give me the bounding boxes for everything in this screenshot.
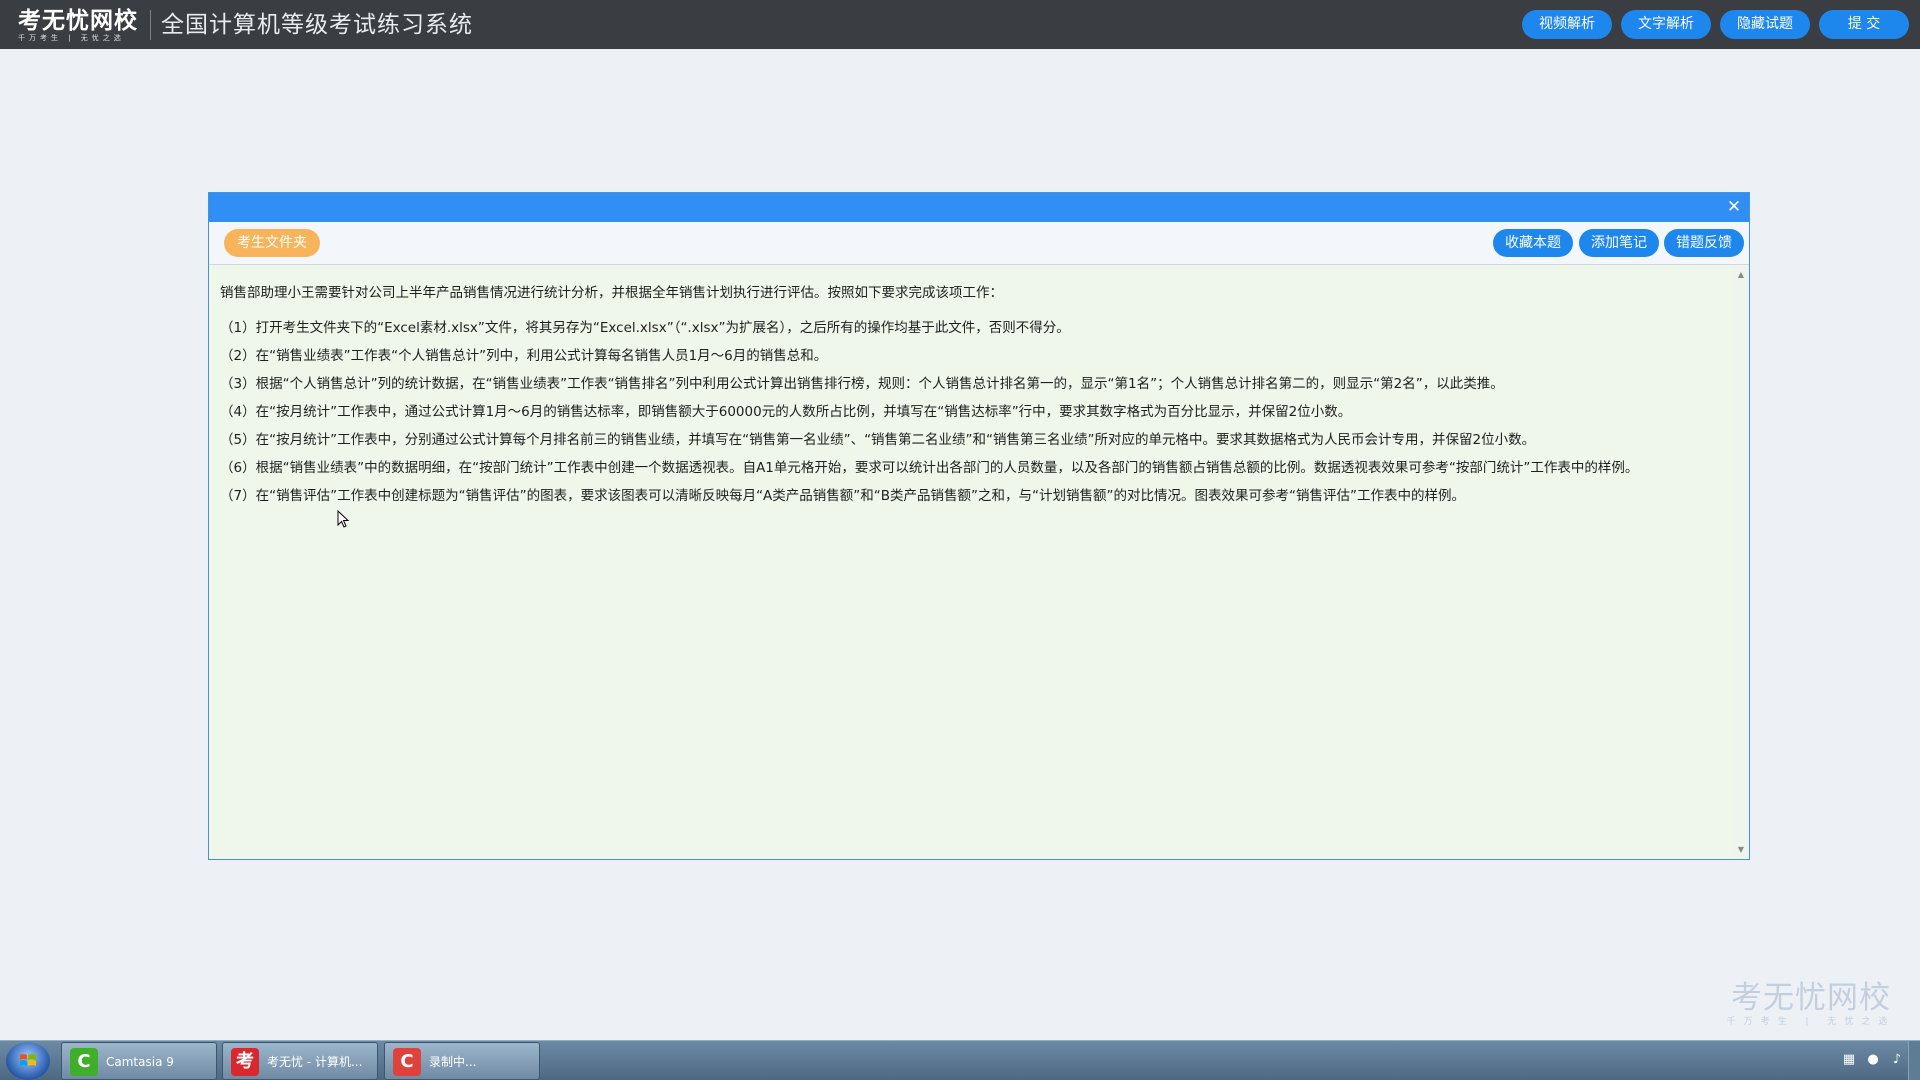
student-folder-button[interactable]: 考生文件夹 xyxy=(224,229,320,257)
scroll-up-arrow-icon[interactable]: ▲ xyxy=(1733,268,1749,282)
scroll-down-arrow-icon[interactable]: ▼ xyxy=(1733,843,1749,857)
start-button[interactable] xyxy=(6,1042,50,1080)
kaowuyou-icon: 考 xyxy=(231,1048,259,1076)
question-content: 销售部助理小王需要针对公司上半年产品销售情况进行统计分析，并根据全年销售计划执行… xyxy=(209,266,1733,859)
taskbar-item-label: 考无忧 - 计算机... xyxy=(267,1055,363,1069)
hide-question-button[interactable]: 隐藏试题 xyxy=(1720,10,1810,39)
question-item-3: （3）根据“个人销售总计”列的统计数据，在“销售业绩表”工作表“销售排名”列中利… xyxy=(220,376,1504,392)
taskbar-item-kaowuyou[interactable]: 考 考无忧 - 计算机... xyxy=(222,1042,378,1080)
text-analysis-button[interactable]: 文字解析 xyxy=(1621,10,1711,39)
windows-logo-icon xyxy=(20,1054,36,1066)
favorite-button[interactable]: 收藏本题 xyxy=(1493,229,1573,257)
question-item-4: （4）在“按月统计”工作表中，通过公式计算1月～6月的销售达标率，即销售额大于6… xyxy=(220,404,1352,420)
recording-icon: C xyxy=(393,1048,421,1076)
camtasia-icon: C xyxy=(70,1048,98,1076)
system-tray: ▦ ● ♪ xyxy=(1840,1051,1906,1071)
content-scrollbar[interactable]: ▲ ▼ xyxy=(1733,266,1749,859)
logo-subtext: 千万考生 | 无忧之选 xyxy=(18,34,125,42)
app-title: 全国计算机等级考试练习系统 xyxy=(161,12,473,38)
watermark-subtext: 千万考生 | 无忧之选 xyxy=(1726,1017,1896,1027)
app-logo: 考无忧网校 千万考生 | 无忧之选 xyxy=(18,7,140,43)
taskbar-item-camtasia[interactable]: C Camtasia 9 xyxy=(61,1042,217,1080)
question-item-2: （2）在“销售业绩表”工作表“个人销售总计”列中，利用公式计算每名销售人员1月～… xyxy=(220,348,828,364)
question-item-1: （1）打开考生文件夹下的“Excel素材.xlsx”文件，将其另存为“Excel… xyxy=(220,320,1070,336)
submit-button[interactable]: 提 交 xyxy=(1819,10,1909,39)
top-header: 考无忧网校 千万考生 | 无忧之选 全国计算机等级考试练习系统 视频解析 文字解… xyxy=(0,0,1920,49)
taskbar-item-label: 录制中... xyxy=(429,1055,477,1069)
dialog-titlebar: ✕ xyxy=(209,193,1749,222)
network-icon[interactable]: ▦ xyxy=(1840,1051,1858,1069)
watermark-logo: 考无忧网校 千万考生 | 无忧之选 xyxy=(1726,980,1896,1028)
title-divider xyxy=(150,10,151,40)
security-icon[interactable]: ● xyxy=(1864,1051,1882,1069)
question-item-6: （6）根据“销售业绩表”中的数据明细，在“按部门统计”工作表中创建一个数据透视表… xyxy=(220,460,1639,476)
logo-text: 考无忧网校 xyxy=(18,7,138,34)
close-icon[interactable]: ✕ xyxy=(1725,198,1743,216)
taskbar: C Camtasia 9 考 考无忧 - 计算机... C 录制中... ▦ ●… xyxy=(0,1040,1920,1080)
question-dialog: ✕ 考生文件夹 收藏本题 添加笔记 错题反馈 销售部助理小王需要针对公司上半年产… xyxy=(208,192,1750,860)
dialog-toolbar: 考生文件夹 收藏本题 添加笔记 错题反馈 xyxy=(209,222,1749,265)
taskbar-item-label: Camtasia 9 xyxy=(106,1055,174,1069)
volume-icon[interactable]: ♪ xyxy=(1888,1051,1906,1069)
taskbar-item-recording[interactable]: C 录制中... xyxy=(384,1042,540,1080)
mouse-cursor-icon xyxy=(337,510,349,528)
error-feedback-button[interactable]: 错题反馈 xyxy=(1664,229,1744,257)
watermark-text: 考无忧网校 xyxy=(1731,980,1891,1016)
question-item-5: （5）在“按月统计”工作表中，分别通过公式计算每个月排名前三的销售业绩，并填写在… xyxy=(220,432,1536,448)
add-note-button[interactable]: 添加笔记 xyxy=(1579,229,1659,257)
question-intro: 销售部助理小王需要针对公司上半年产品销售情况进行统计分析，并根据全年销售计划执行… xyxy=(220,285,1003,301)
video-analysis-button[interactable]: 视频解析 xyxy=(1522,10,1612,39)
question-item-7: （7）在“销售评估”工作表中创建标题为“销售评估”的图表，要求该图表可以清晰反映… xyxy=(220,488,1466,504)
show-desktop-button[interactable] xyxy=(1908,1041,1920,1080)
